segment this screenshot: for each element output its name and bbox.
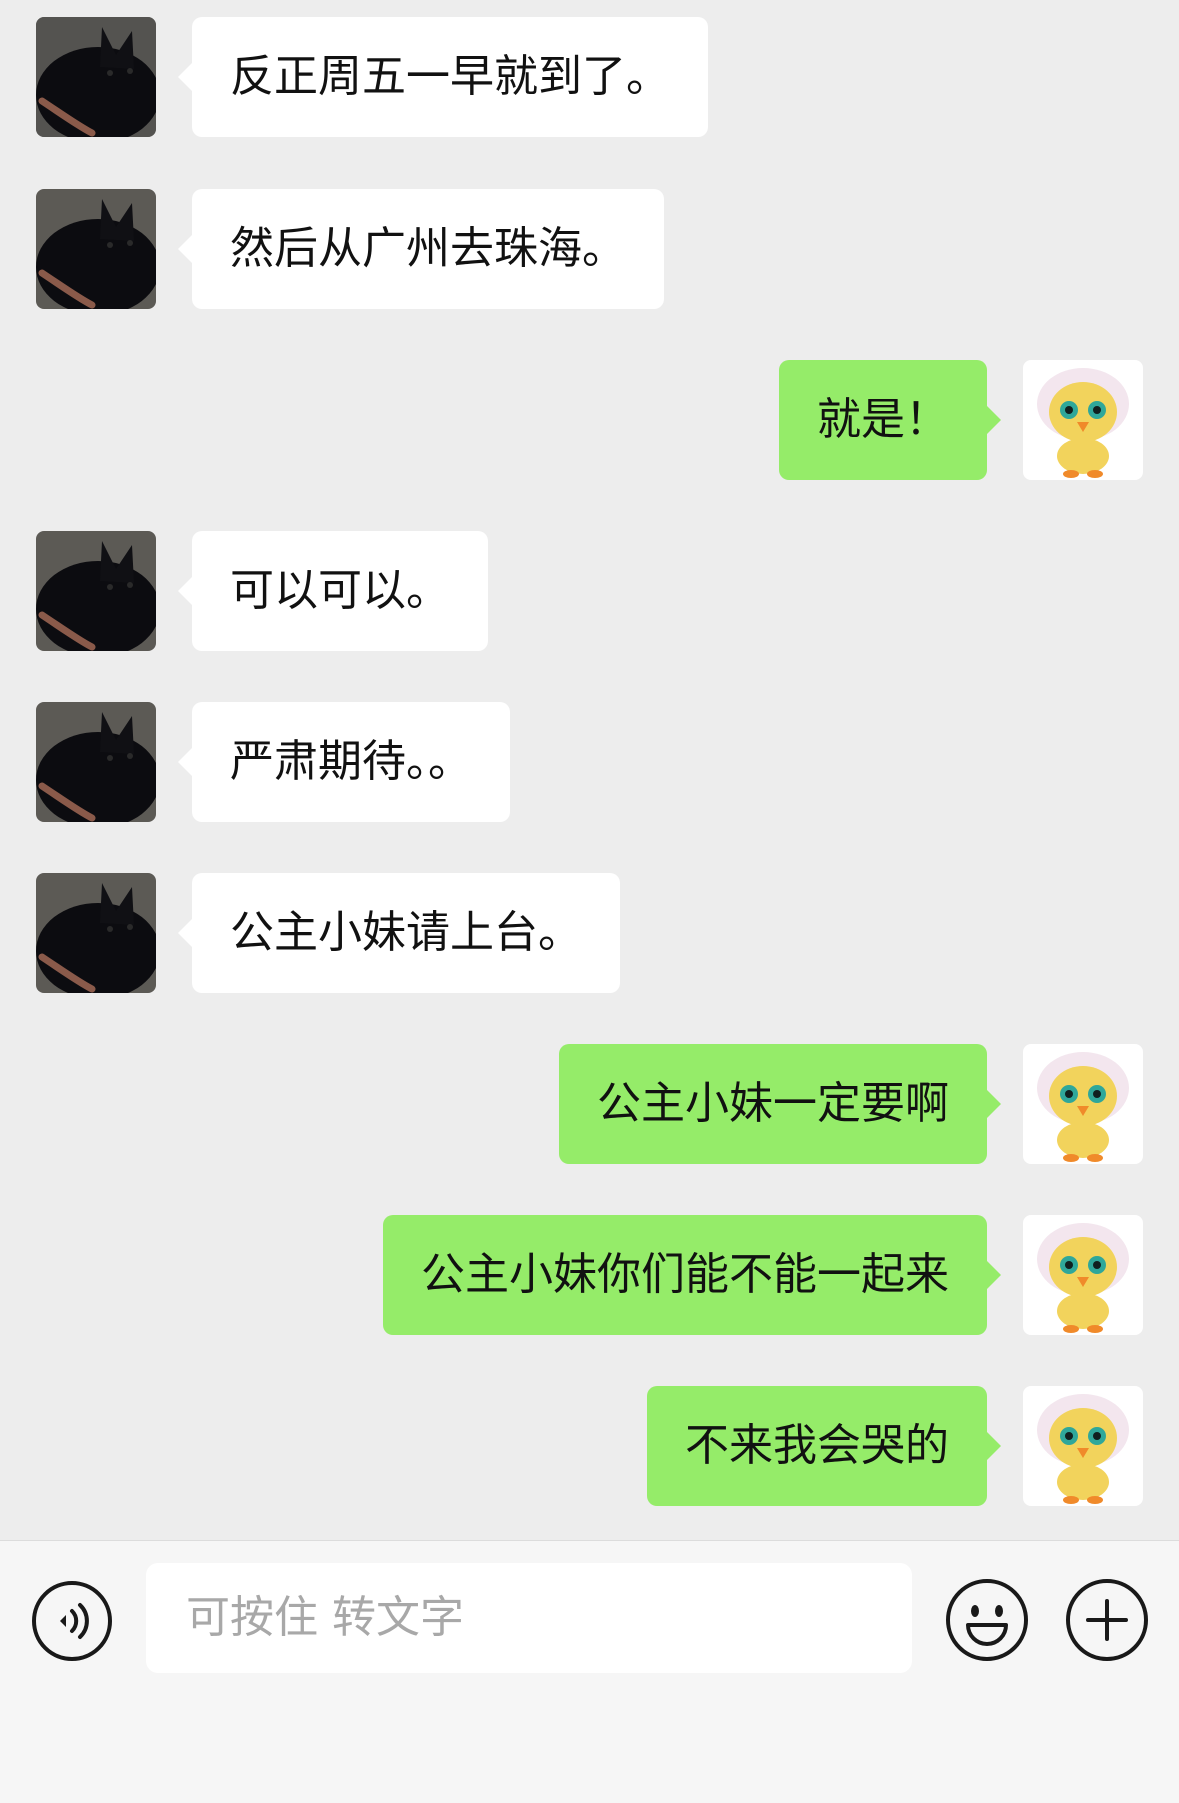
outgoing-message-bubble[interactable]: 公主小妹你们能不能一起来 — [383, 1215, 1001, 1335]
chick-doll-avatar[interactable] — [1023, 1386, 1143, 1506]
message-row: 公主小妹一定要啊 — [0, 1044, 1179, 1164]
message-input[interactable]: 可按住 转文字 — [146, 1563, 912, 1673]
outgoing-message-bubble[interactable]: 不来我会哭的 — [647, 1386, 1001, 1506]
message-row: 然后从广州去珠海。 — [0, 189, 1179, 309]
incoming-message-bubble[interactable]: 严肃期待。。 — [178, 702, 510, 822]
outgoing-message-bubble[interactable]: 就是！ — [779, 360, 1001, 480]
message-row: 就是！ — [0, 360, 1179, 480]
message-row: 反正周五一早就到了。 — [0, 17, 1179, 137]
chick-doll-avatar[interactable] — [1023, 1215, 1143, 1335]
message-input-bar: 可按住 转文字 — [0, 1540, 1179, 1803]
message-row: 公主小妹你们能不能一起来 — [0, 1215, 1179, 1335]
message-row: 严肃期待。。 — [0, 702, 1179, 822]
message-row: 可以可以。 — [0, 531, 1179, 651]
message-row: 不来我会哭的 — [0, 1386, 1179, 1506]
incoming-message-bubble[interactable]: 反正周五一早就到了。 — [178, 17, 708, 137]
black-cat-avatar[interactable] — [36, 17, 156, 137]
outgoing-message-bubble[interactable]: 公主小妹一定要啊 — [559, 1044, 1001, 1164]
black-cat-avatar[interactable] — [36, 531, 156, 651]
black-cat-avatar[interactable] — [36, 702, 156, 822]
voice-icon[interactable] — [30, 1579, 114, 1663]
black-cat-avatar[interactable] — [36, 873, 156, 993]
plus-icon[interactable] — [1064, 1577, 1150, 1663]
emoji-icon[interactable] — [944, 1577, 1030, 1663]
chick-doll-avatar[interactable] — [1023, 360, 1143, 480]
black-cat-avatar[interactable] — [36, 189, 156, 309]
incoming-message-bubble[interactable]: 然后从广州去珠海。 — [178, 189, 664, 309]
chick-doll-avatar[interactable] — [1023, 1044, 1143, 1164]
message-row: 公主小妹请上台。 — [0, 873, 1179, 993]
chat-area[interactable]: 反正周五一早就到了。 然后从广州去珠海。 就是！ 可以可以。 严肃期待。。 公主… — [0, 0, 1179, 1540]
incoming-message-bubble[interactable]: 公主小妹请上台。 — [178, 873, 620, 993]
incoming-message-bubble[interactable]: 可以可以。 — [178, 531, 488, 651]
